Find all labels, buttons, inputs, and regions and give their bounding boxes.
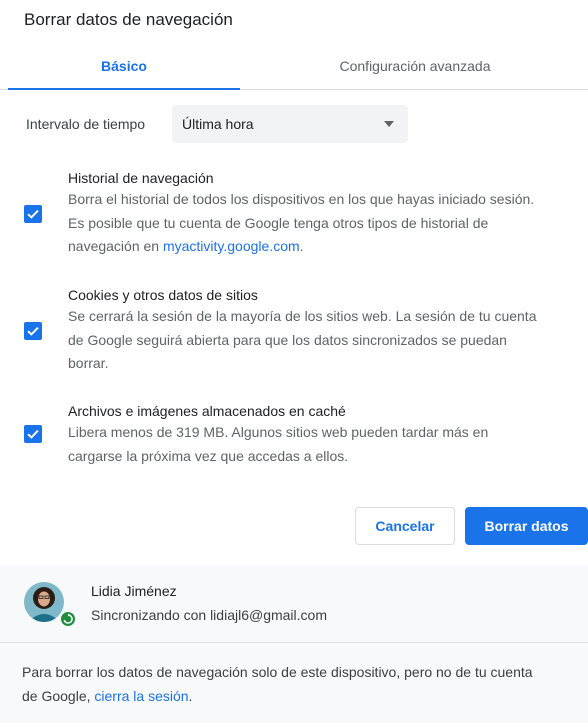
desc-line: Es posible que tu cuenta de Google tenga… xyxy=(68,214,489,231)
time-range-select[interactable]: Última hora xyxy=(172,105,408,143)
checkbox-browsing-history[interactable] xyxy=(24,205,42,223)
desc-text: . xyxy=(299,238,304,254)
checkbox-cache[interactable] xyxy=(24,425,42,443)
dialog-title: Borrar datos de navegación xyxy=(24,10,233,29)
desc-line: Se cerrará la sesión de la mayoría de lo… xyxy=(68,308,537,324)
option-text: Archivos e imágenes almacenados en caché… xyxy=(68,401,578,468)
clear-browsing-data-dialog: Borrar datos de navegación Básico Config… xyxy=(0,0,588,723)
cancel-button[interactable]: Cancelar xyxy=(355,507,455,545)
time-range-value: Última hora xyxy=(182,116,254,132)
signout-note: Para borrar los datos de navegación solo… xyxy=(22,660,582,708)
check-icon xyxy=(27,209,39,219)
myactivity-link[interactable]: myactivity.google.com xyxy=(163,238,300,254)
tab-basic[interactable]: Básico xyxy=(8,48,240,90)
avatar xyxy=(24,582,64,622)
dropdown-caret-icon xyxy=(384,121,394,127)
desc-line: cargarse la próxima vez que accedas a el… xyxy=(68,447,349,464)
time-range-label: Intervalo de tiempo xyxy=(26,116,146,132)
note-text: . xyxy=(188,688,193,704)
note-line: Para borrar los datos de navegación solo… xyxy=(22,664,533,680)
option-text: Cookies y otros datos de sitios Se cerra… xyxy=(68,285,578,376)
tab-bar: Básico Configuración avanzada xyxy=(0,48,588,90)
note-line: de Google, cierra la sesión. xyxy=(22,684,582,708)
check-icon xyxy=(27,326,39,336)
account-name: Lidia Jiménez xyxy=(91,583,177,599)
desc-line: Libera menos de 319 MB. Algunos sitios w… xyxy=(68,424,489,440)
desc-line: navegación en myactivity.google.com. xyxy=(68,235,578,259)
check-icon xyxy=(27,429,39,439)
desc-line: Borra el historial de todos los disposit… xyxy=(68,191,535,207)
signout-link[interactable]: cierra la sesión xyxy=(94,688,188,704)
option-title: Archivos e imágenes almacenados en caché xyxy=(68,403,346,419)
option-desc: Borra el historial de todos los disposit… xyxy=(68,188,578,259)
sync-icon xyxy=(59,610,77,628)
option-title: Historial de navegación xyxy=(68,170,214,186)
sync-status: Sincronizando con lidiajl6@gmail.com xyxy=(91,607,327,623)
tab-advanced[interactable]: Configuración avanzada xyxy=(250,48,580,90)
checkbox-cookies[interactable] xyxy=(24,322,42,340)
account-row: Lidia Jiménez Sincronizando con lidiajl6… xyxy=(0,565,588,643)
note-text: de Google, xyxy=(22,688,95,704)
desc-line: de Google seguirá abierta para que los d… xyxy=(68,331,507,348)
option-title: Cookies y otros datos de sitios xyxy=(68,287,258,303)
option-text: Historial de navegación Borra el histori… xyxy=(68,168,578,259)
desc-line: borrar. xyxy=(68,355,109,371)
desc-text: navegación en xyxy=(68,238,163,254)
active-tab-indicator xyxy=(8,88,240,90)
option-desc: Libera menos de 319 MB. Algunos sitios w… xyxy=(68,421,578,468)
option-desc: Se cerrará la sesión de la mayoría de lo… xyxy=(68,305,578,376)
time-range-row: Intervalo de tiempo Última hora xyxy=(24,105,414,143)
clear-data-button[interactable]: Borrar datos xyxy=(465,507,588,545)
